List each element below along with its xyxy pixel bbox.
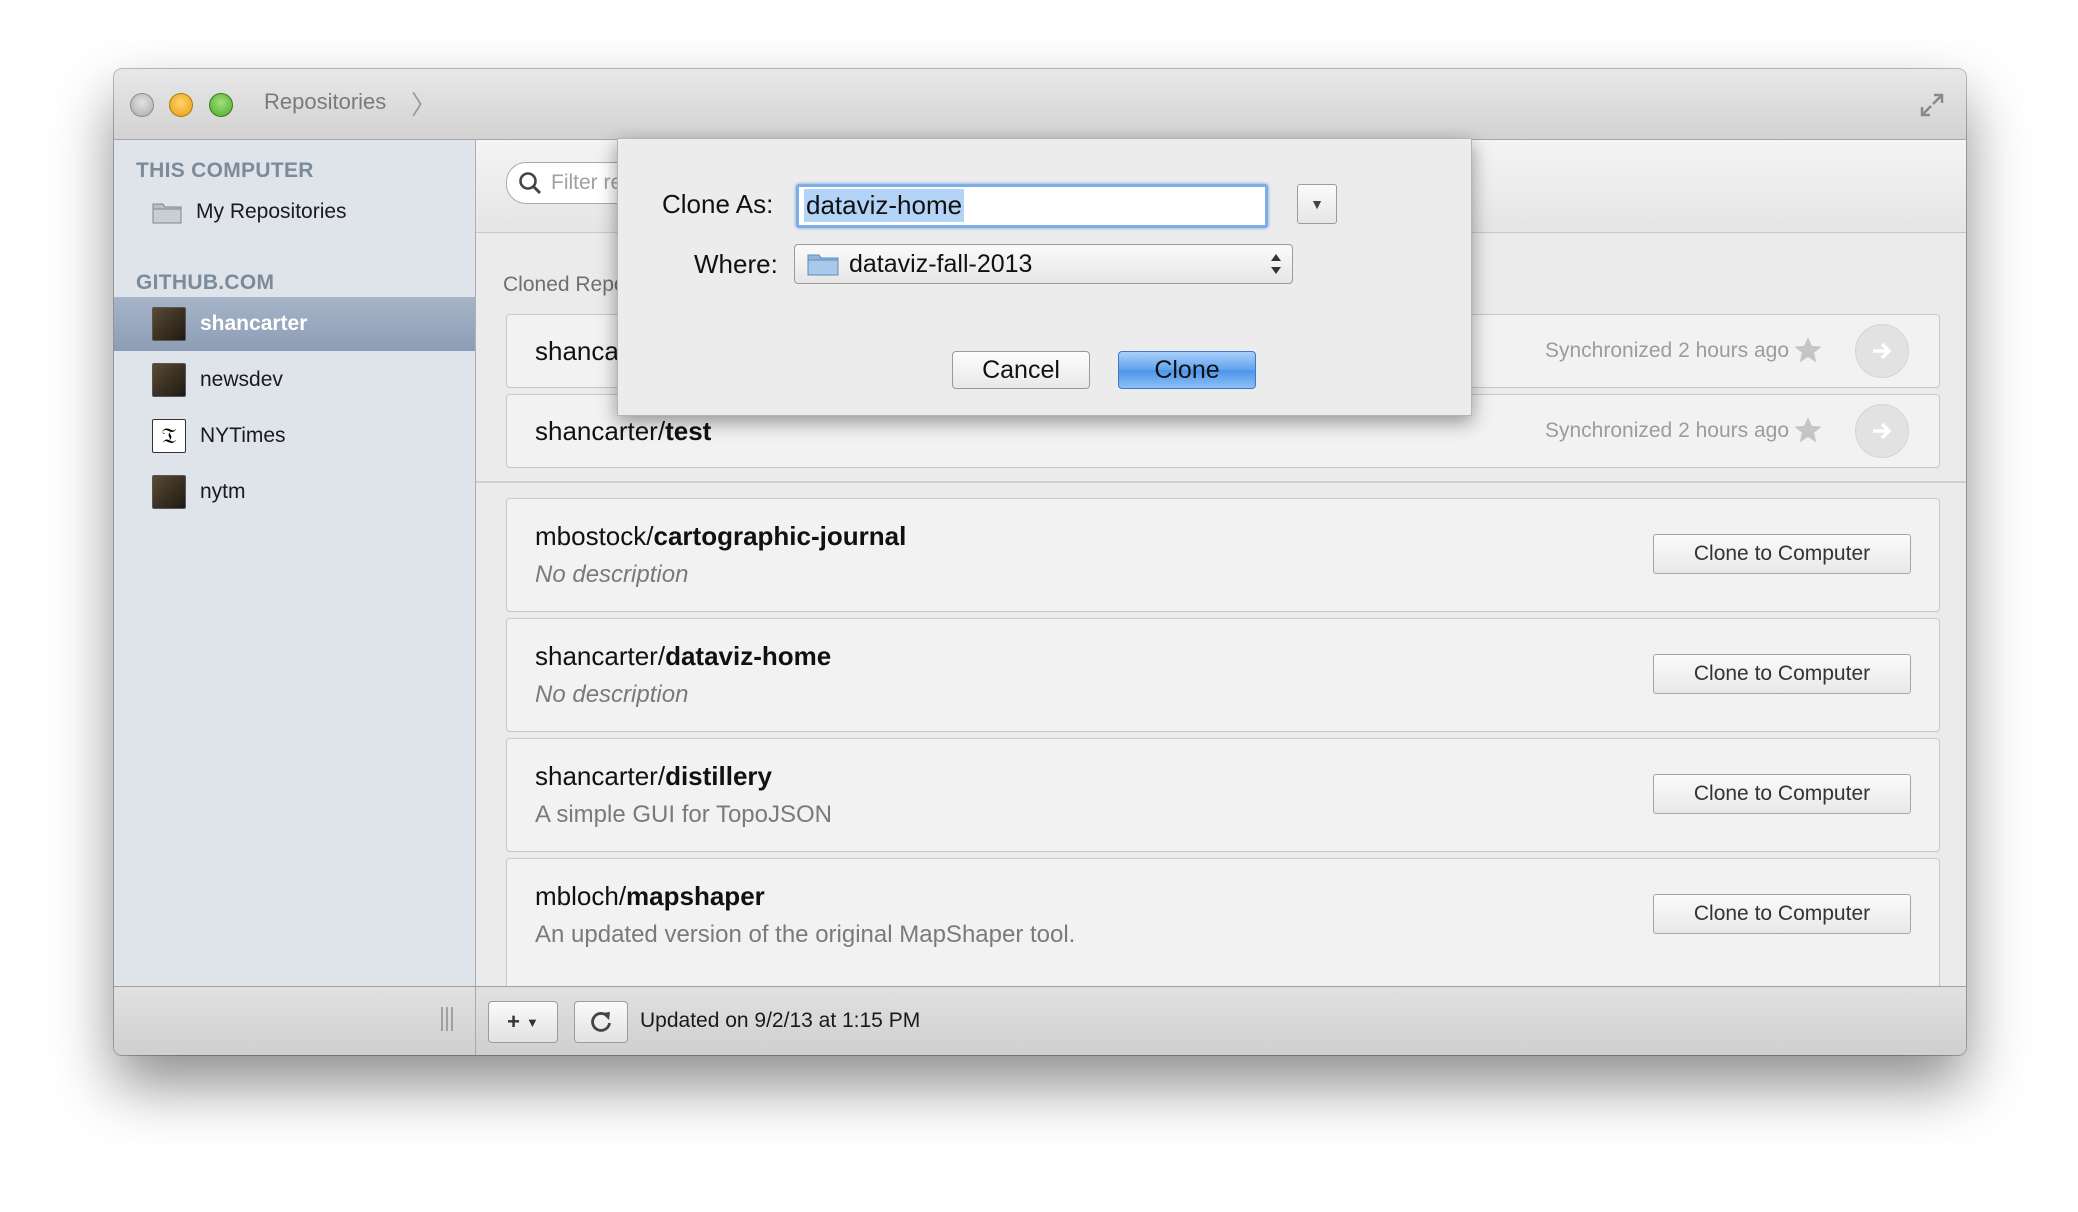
plus-icon: + [507,1009,520,1034]
remote-repo-card: shancarter/dataviz-home No description C… [506,618,1940,732]
repo-title: mbostock/cartographic-journal [535,521,907,551]
remote-repo-card: mbloch/mapshaper An updated version of t… [506,858,1940,986]
fullscreen-icon[interactable] [1918,91,1946,119]
folder-icon [807,254,839,276]
bottom-bar-divider [475,987,476,1055]
sidebar-item-label: nytm [200,480,246,503]
close-window-button[interactable] [130,93,154,117]
open-repo-arrow-button[interactable] [1855,324,1909,378]
section-divider [476,481,1966,483]
arrow-right-icon [1873,422,1892,440]
sidebar-section-this-computer: THIS COMPUTER [136,159,314,182]
clone-to-computer-button[interactable]: Clone to Computer [1653,654,1911,694]
bottom-bar: + ▼ Updated on 9/2/13 at 1:15 PM [114,986,1966,1055]
title-bar: Repositories 〉 [114,69,1966,140]
sync-status: Synchronized 2 hours ago [1545,419,1789,442]
nyt-logo-icon: 𝔗 [152,419,186,453]
repo-title: shancarter/test [535,416,712,446]
cancel-button[interactable]: Cancel [952,351,1090,389]
where-label: Where: [694,249,778,279]
zoom-window-button[interactable] [209,93,233,117]
clone-dialog: Clone As: dataviz-home ▼ Where: dataviz-… [617,138,1472,416]
breadcrumb-chevron-icon: 〉 [411,90,438,120]
refresh-icon [591,1012,611,1032]
sidebar-item-shancarter[interactable]: shancarter [114,297,475,351]
add-menu-button[interactable]: + ▼ [488,1001,558,1043]
avatar [152,475,186,509]
sidebar-section-github: GITHUB.COM [136,271,275,294]
clone-to-computer-button[interactable]: Clone to Computer [1653,774,1911,814]
sidebar-item-label: shancarter [200,312,308,335]
remote-repo-card: shancarter/distillery A simple GUI for T… [506,738,1940,852]
sidebar-item-label: NYTimes [200,424,286,447]
clone-as-label: Clone As: [662,189,774,219]
sidebar-item-label: My Repositories [196,200,347,223]
star-icon[interactable] [1793,335,1823,365]
repo-title: shancarter/distillery [535,761,773,791]
repo-description: No description [535,681,689,708]
clone-as-value: dataviz-home [804,189,965,222]
repo-description: A simple GUI for TopoJSON [535,801,832,828]
open-repo-arrow-button[interactable] [1855,404,1909,458]
where-value: dataviz-fall-2013 [849,249,1033,278]
sync-status: Synchronized 2 hours ago [1545,339,1789,362]
clone-to-computer-button[interactable]: Clone to Computer [1653,894,1911,934]
sidebar-item-nytimes[interactable]: 𝔗 NYTimes [114,409,475,463]
avatar [152,363,186,397]
search-icon [519,172,542,195]
where-location-popup[interactable]: dataviz-fall-2013 [794,244,1293,284]
sidebar-item-newsdev[interactable]: newsdev [114,353,475,407]
chevron-down-icon: ▼ [1310,196,1324,212]
avatar [152,307,186,341]
updown-arrows-icon [1271,254,1281,274]
remote-repo-card: mbostock/cartographic-journal No descrip… [506,498,1940,612]
minimize-window-button[interactable] [169,93,193,117]
repo-description: An updated version of the original MapSh… [535,921,1076,948]
app-window: Repositories 〉 THIS COMPUTER My Reposito… [114,69,1966,1055]
last-updated-text: Updated on 9/2/13 at 1:15 PM [640,1009,921,1032]
window-title: Repositories [264,89,387,114]
sidebar-resize-handle[interactable] [440,1005,454,1033]
arrow-right-icon [1873,342,1892,360]
sidebar-item-my-repositories[interactable]: My Repositories [114,185,475,239]
refresh-button[interactable] [574,1001,628,1043]
repo-description: No description [535,561,689,588]
sidebar-item-nytm[interactable]: nytm [114,465,475,519]
chevron-down-icon: ▼ [525,1014,539,1030]
clone-as-history-dropdown[interactable]: ▼ [1297,184,1337,224]
repo-title: mbloch/mapshaper [535,881,765,911]
clone-as-input[interactable]: dataviz-home [796,184,1268,228]
sidebar: THIS COMPUTER My Repositories GITHUB.COM… [114,140,476,986]
clone-button[interactable]: Clone [1118,351,1256,389]
star-icon[interactable] [1793,415,1823,445]
repo-title: shancarter/dataviz-home [535,641,832,671]
folder-icon [152,203,182,224]
clone-to-computer-button[interactable]: Clone to Computer [1653,534,1911,574]
sidebar-item-label: newsdev [200,368,283,391]
